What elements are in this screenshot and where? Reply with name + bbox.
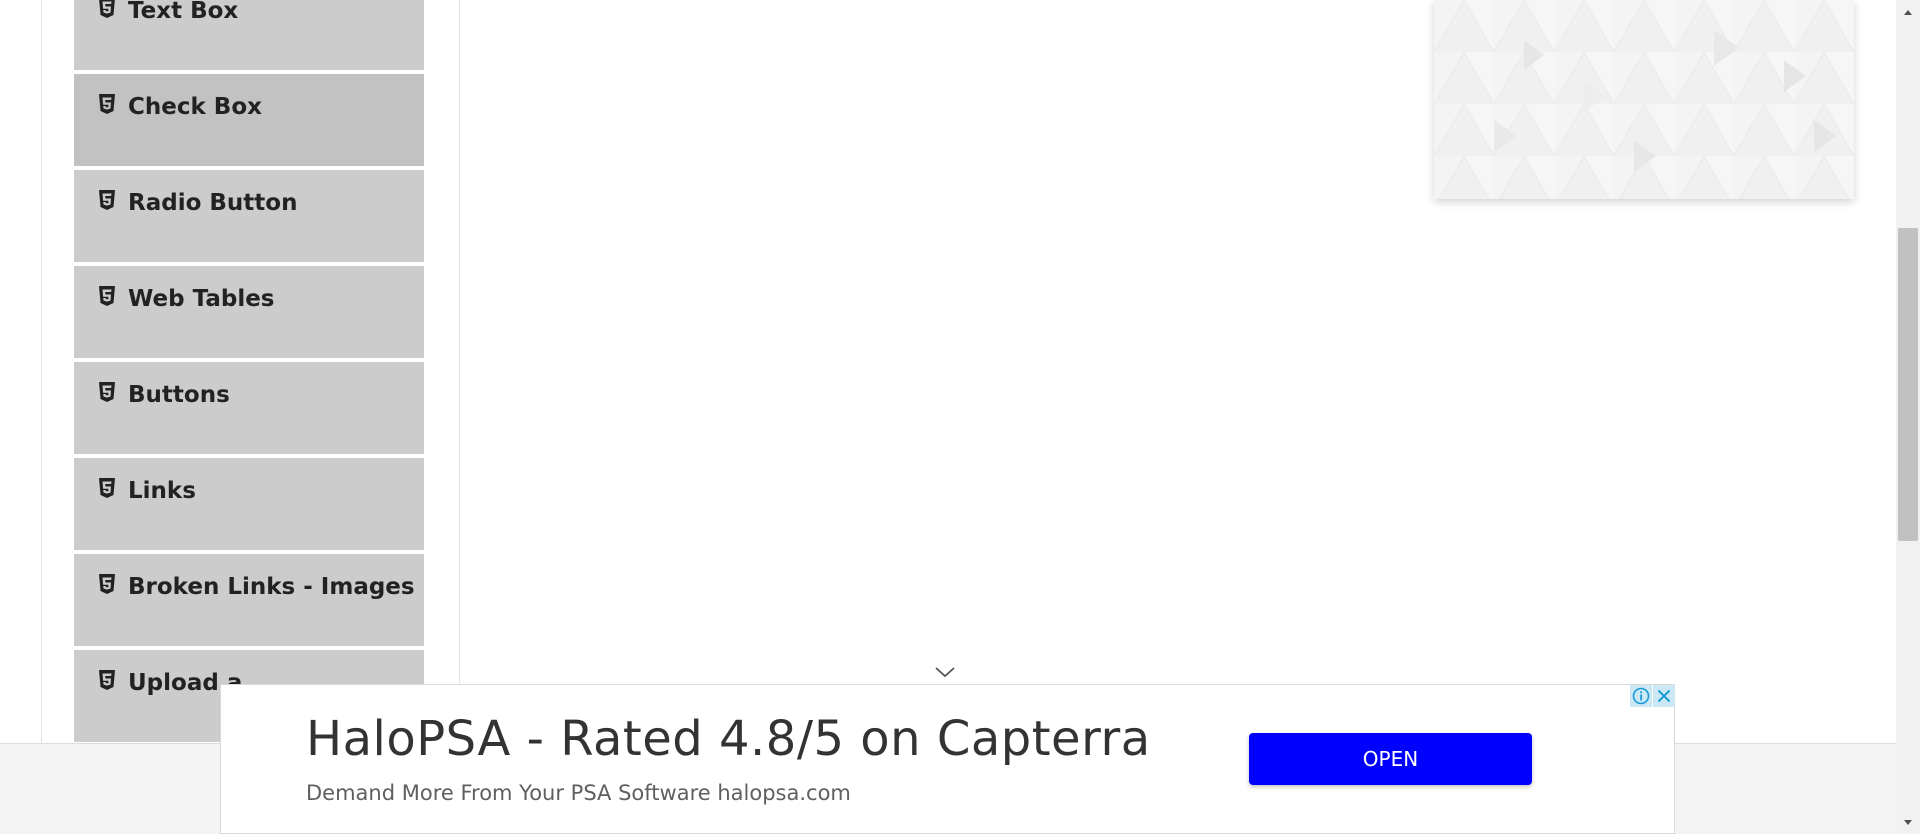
sidebar-item-broken-links-images[interactable]: Broken Links - Images (74, 553, 424, 647)
arrow-down-icon[interactable] (1896, 810, 1920, 834)
sidebar-item-label: Check Box (128, 94, 262, 120)
sidebar-divider (459, 0, 460, 743)
sidebar-item-label: Web Tables (128, 286, 275, 312)
vertical-scrollbar[interactable] (1896, 0, 1920, 834)
sidebar-item-label: Buttons (128, 382, 230, 408)
html5-icon (98, 0, 116, 19)
info-icon[interactable] (1630, 685, 1652, 707)
ad-description[interactable]: Demand More From Your PSA Software halop… (306, 781, 851, 805)
arrow-up-icon[interactable] (1896, 0, 1920, 24)
html5-icon (98, 93, 116, 115)
pattern-card (1434, 0, 1854, 199)
advertisement-banner[interactable]: HaloPSA - Rated 4.8/5 on Capterra Demand… (220, 684, 1675, 834)
sidebar-item-label: Links (128, 478, 196, 504)
sidebar-item-buttons[interactable]: Buttons (74, 361, 424, 455)
sidebar-item-text-box[interactable]: Text Box (74, 0, 424, 71)
page-viewport: Text Box Check Box Radio Button Web Tabl… (0, 0, 1896, 834)
html5-icon (98, 669, 116, 691)
ad-headline[interactable]: HaloPSA - Rated 4.8/5 on Capterra (306, 711, 1151, 767)
sidebar-item-links[interactable]: Links (74, 457, 424, 551)
chevron-down-icon[interactable] (934, 664, 956, 678)
close-icon[interactable] (1653, 685, 1675, 707)
sidebar-item-label: Radio Button (128, 190, 298, 216)
sidebar-item-label: Broken Links - Images (128, 574, 415, 600)
sidebar-item-check-box[interactable]: Check Box (74, 73, 424, 167)
html5-icon (98, 573, 116, 595)
sidebar-item-label: Text Box (128, 0, 239, 24)
ad-open-button[interactable]: OPEN (1249, 733, 1532, 785)
html5-icon (98, 477, 116, 499)
sidebar-item-web-tables[interactable]: Web Tables (74, 265, 424, 359)
scrollbar-thumb[interactable] (1898, 228, 1918, 541)
html5-icon (98, 189, 116, 211)
html5-icon (98, 381, 116, 403)
left-divider (41, 0, 42, 743)
sidebar-item-radio-button[interactable]: Radio Button (74, 169, 424, 263)
triangle-pattern-image (1434, 0, 1854, 199)
html5-icon (98, 285, 116, 307)
sidebar-menu: Text Box Check Box Radio Button Web Tabl… (74, 0, 424, 743)
